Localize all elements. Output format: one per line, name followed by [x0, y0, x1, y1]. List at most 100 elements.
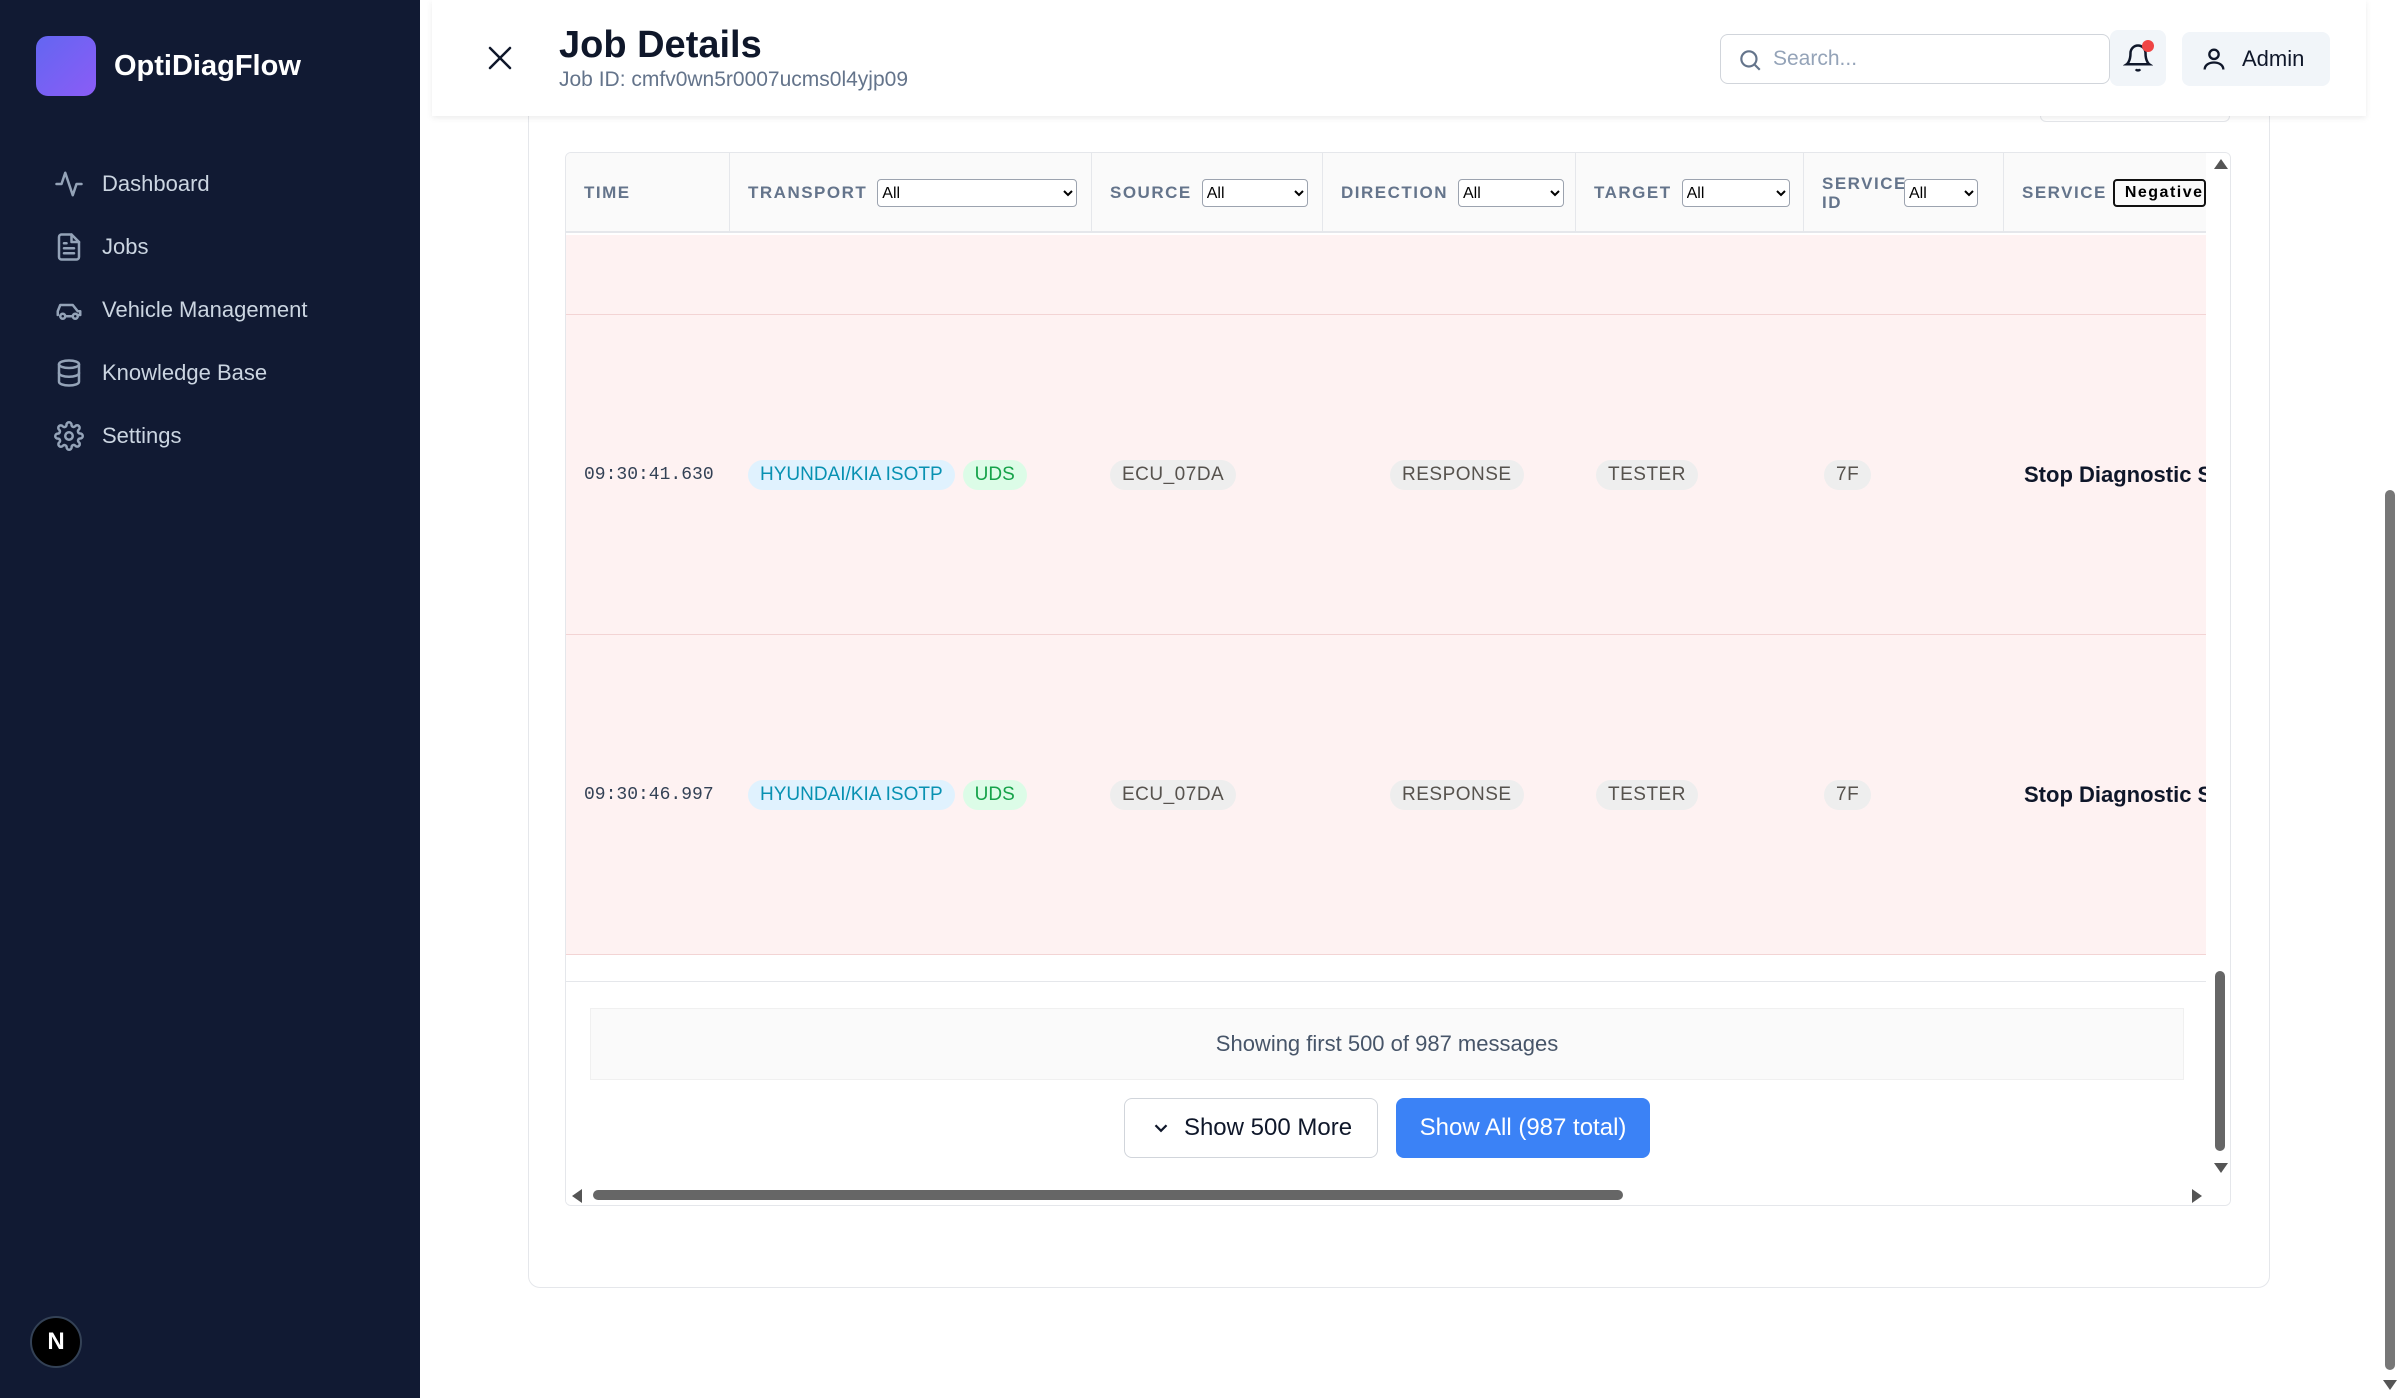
service-id-badge: 7F: [1824, 779, 1872, 810]
sidebar-item-dashboard[interactable]: Dashboard: [50, 152, 390, 215]
nextjs-badge[interactable]: N: [30, 1316, 82, 1368]
show-all-button[interactable]: Show All (987 total): [1396, 1098, 1650, 1158]
cell-target: TESTER: [1596, 315, 1698, 634]
close-icon: [488, 46, 512, 70]
table-header: TIME TRANSPORT All SOURCE All DIRECTION …: [566, 153, 2206, 233]
table-vertical-scrollbar[interactable]: [2210, 153, 2230, 1183]
source-badge: ECU_07DA: [1110, 779, 1237, 810]
column-transport: TRANSPORT All: [730, 153, 1092, 233]
sidebar-item-label: Vehicle Management: [102, 296, 308, 322]
cell-direction: RESPONSE: [1390, 315, 1524, 634]
table-body: 09:30:41.630 HYUNDAI/KIA ISOTP UDS ECU_0…: [566, 235, 2206, 955]
page-scrollbar[interactable]: [2380, 0, 2400, 1398]
sidebar-item-label: Knowledge Base: [102, 359, 268, 385]
cell-direction: RESPONSE: [1390, 635, 1524, 954]
brand[interactable]: OptiDiagFlow: [36, 36, 301, 96]
protocol-badge: UDS: [962, 459, 1027, 490]
column-source: SOURCE All: [1092, 153, 1323, 233]
sidebar-nav: Dashboard Jobs Vehicle Management Knowle…: [50, 152, 390, 467]
scroll-up-icon[interactable]: [2214, 159, 2228, 169]
document-icon: [50, 228, 88, 266]
user-name: Admin: [2242, 46, 2305, 71]
source-badge: ECU_07DA: [1110, 459, 1237, 490]
table-row[interactable]: 09:30:46.997 HYUNDAI/KIA ISOTP UDS ECU_0…: [566, 635, 2206, 955]
app-logo: [36, 36, 96, 96]
scrollbar-thumb[interactable]: [593, 1190, 1623, 1200]
notification-dot: [2142, 40, 2154, 52]
sidebar-item-knowledge-base[interactable]: Knowledge Base: [50, 341, 390, 404]
show-more-label: Show 500 More: [1183, 1114, 1353, 1141]
transport-filter[interactable]: All: [877, 179, 1078, 207]
protocol-badge: UDS: [962, 779, 1027, 810]
search-input[interactable]: [1773, 43, 2093, 75]
scroll-right-icon[interactable]: [2192, 1189, 2202, 1203]
scroll-down-icon[interactable]: [2214, 1163, 2228, 1173]
sidebar-item-settings[interactable]: Settings: [50, 404, 390, 467]
sidebar-item-label: Settings: [102, 422, 182, 448]
page-title: Job Details: [559, 24, 762, 66]
sidebar-item-vehicle-management[interactable]: Vehicle Management: [50, 278, 390, 341]
scrollbar-thumb[interactable]: [2385, 490, 2395, 1370]
cell-target: TESTER: [1596, 635, 1698, 954]
column-label: TARGET: [1594, 183, 1672, 202]
gear-icon: [50, 417, 88, 455]
show-more-button[interactable]: Show 500 More: [1124, 1098, 1378, 1158]
cell-transport: HYUNDAI/KIA ISOTP UDS: [748, 315, 1027, 634]
service-filter[interactable]: Negative Re: [2112, 179, 2206, 207]
cell-source: ECU_07DA: [1110, 315, 1237, 634]
sidebar: OptiDiagFlow Dashboard Jobs Vehicle Mana…: [0, 0, 420, 1398]
activity-icon: [50, 165, 88, 203]
notifications-button[interactable]: [2110, 30, 2166, 86]
source-filter[interactable]: All: [1201, 179, 1308, 207]
table-row[interactable]: [566, 235, 2206, 315]
scroll-left-icon[interactable]: [572, 1189, 582, 1203]
cell-time: 09:30:41.630: [584, 464, 714, 485]
car-icon: [50, 291, 88, 329]
column-direction: DIRECTION All: [1323, 153, 1576, 233]
service-id-filter[interactable]: All: [1904, 179, 1978, 207]
scrollbar-thumb[interactable]: [2215, 971, 2225, 1151]
user-icon: [2203, 48, 2225, 70]
column-label: SOURCE: [1110, 183, 1192, 202]
column-target: TARGET All: [1576, 153, 1804, 233]
pagination-area: Showing first 500 of 987 messages Show 5…: [566, 981, 2206, 1205]
column-service: SERVICE Negative Re: [2004, 153, 2206, 233]
table-horizontal-scrollbar[interactable]: [566, 1183, 2230, 1205]
direction-filter[interactable]: All: [1458, 179, 1564, 207]
transport-badge: HYUNDAI/KIA ISOTP: [748, 459, 955, 490]
scroll-down-icon[interactable]: [2383, 1380, 2397, 1390]
target-badge: TESTER: [1596, 459, 1698, 490]
direction-badge: RESPONSE: [1390, 459, 1524, 490]
sidebar-item-jobs[interactable]: Jobs: [50, 215, 390, 278]
target-badge: TESTER: [1596, 779, 1698, 810]
column-label: DIRECTION: [1341, 183, 1448, 202]
cell-service: Stop Diagnostic Se: [2024, 781, 2206, 807]
transport-badge: HYUNDAI/KIA ISOTP: [748, 779, 955, 810]
cell-source: ECU_07DA: [1110, 635, 1237, 954]
cell-service-id: 7F: [1824, 635, 1872, 954]
close-button[interactable]: [482, 40, 518, 76]
column-service-id: SERVICE ID All: [1804, 153, 2004, 233]
cell-service-id: 7F: [1824, 315, 1872, 634]
app-name: OptiDiagFlow: [114, 49, 301, 82]
pagination-info: Showing first 500 of 987 messages: [590, 1008, 2184, 1080]
column-label: SERVICE: [2022, 183, 2107, 202]
service-id-badge: 7F: [1824, 459, 1872, 490]
column-label: TIME: [584, 183, 631, 202]
search-icon: [1737, 47, 1763, 73]
page-header: Job Details Job ID: cmfv0wn5r0007ucms0l4…: [432, 0, 2366, 116]
search-box[interactable]: [1720, 34, 2110, 84]
user-menu-button[interactable]: Admin: [2182, 32, 2330, 86]
job-id: Job ID: cmfv0wn5r0007ucms0l4yjp09: [559, 68, 909, 91]
database-icon: [50, 354, 88, 392]
cell-service: Stop Diagnostic Se: [2024, 461, 2206, 487]
messages-table: TIME TRANSPORT All SOURCE All DIRECTION …: [565, 152, 2231, 1206]
table-row[interactable]: 09:30:41.630 HYUNDAI/KIA ISOTP UDS ECU_0…: [566, 315, 2206, 635]
column-label: SERVICE ID: [1822, 174, 1907, 212]
sidebar-item-label: Dashboard: [102, 170, 210, 196]
chevron-down-icon: [1154, 1124, 1168, 1133]
direction-badge: RESPONSE: [1390, 779, 1524, 810]
target-filter[interactable]: All: [1681, 179, 1790, 207]
column-time: TIME: [566, 153, 730, 233]
cell-time: 09:30:46.997: [584, 784, 714, 805]
